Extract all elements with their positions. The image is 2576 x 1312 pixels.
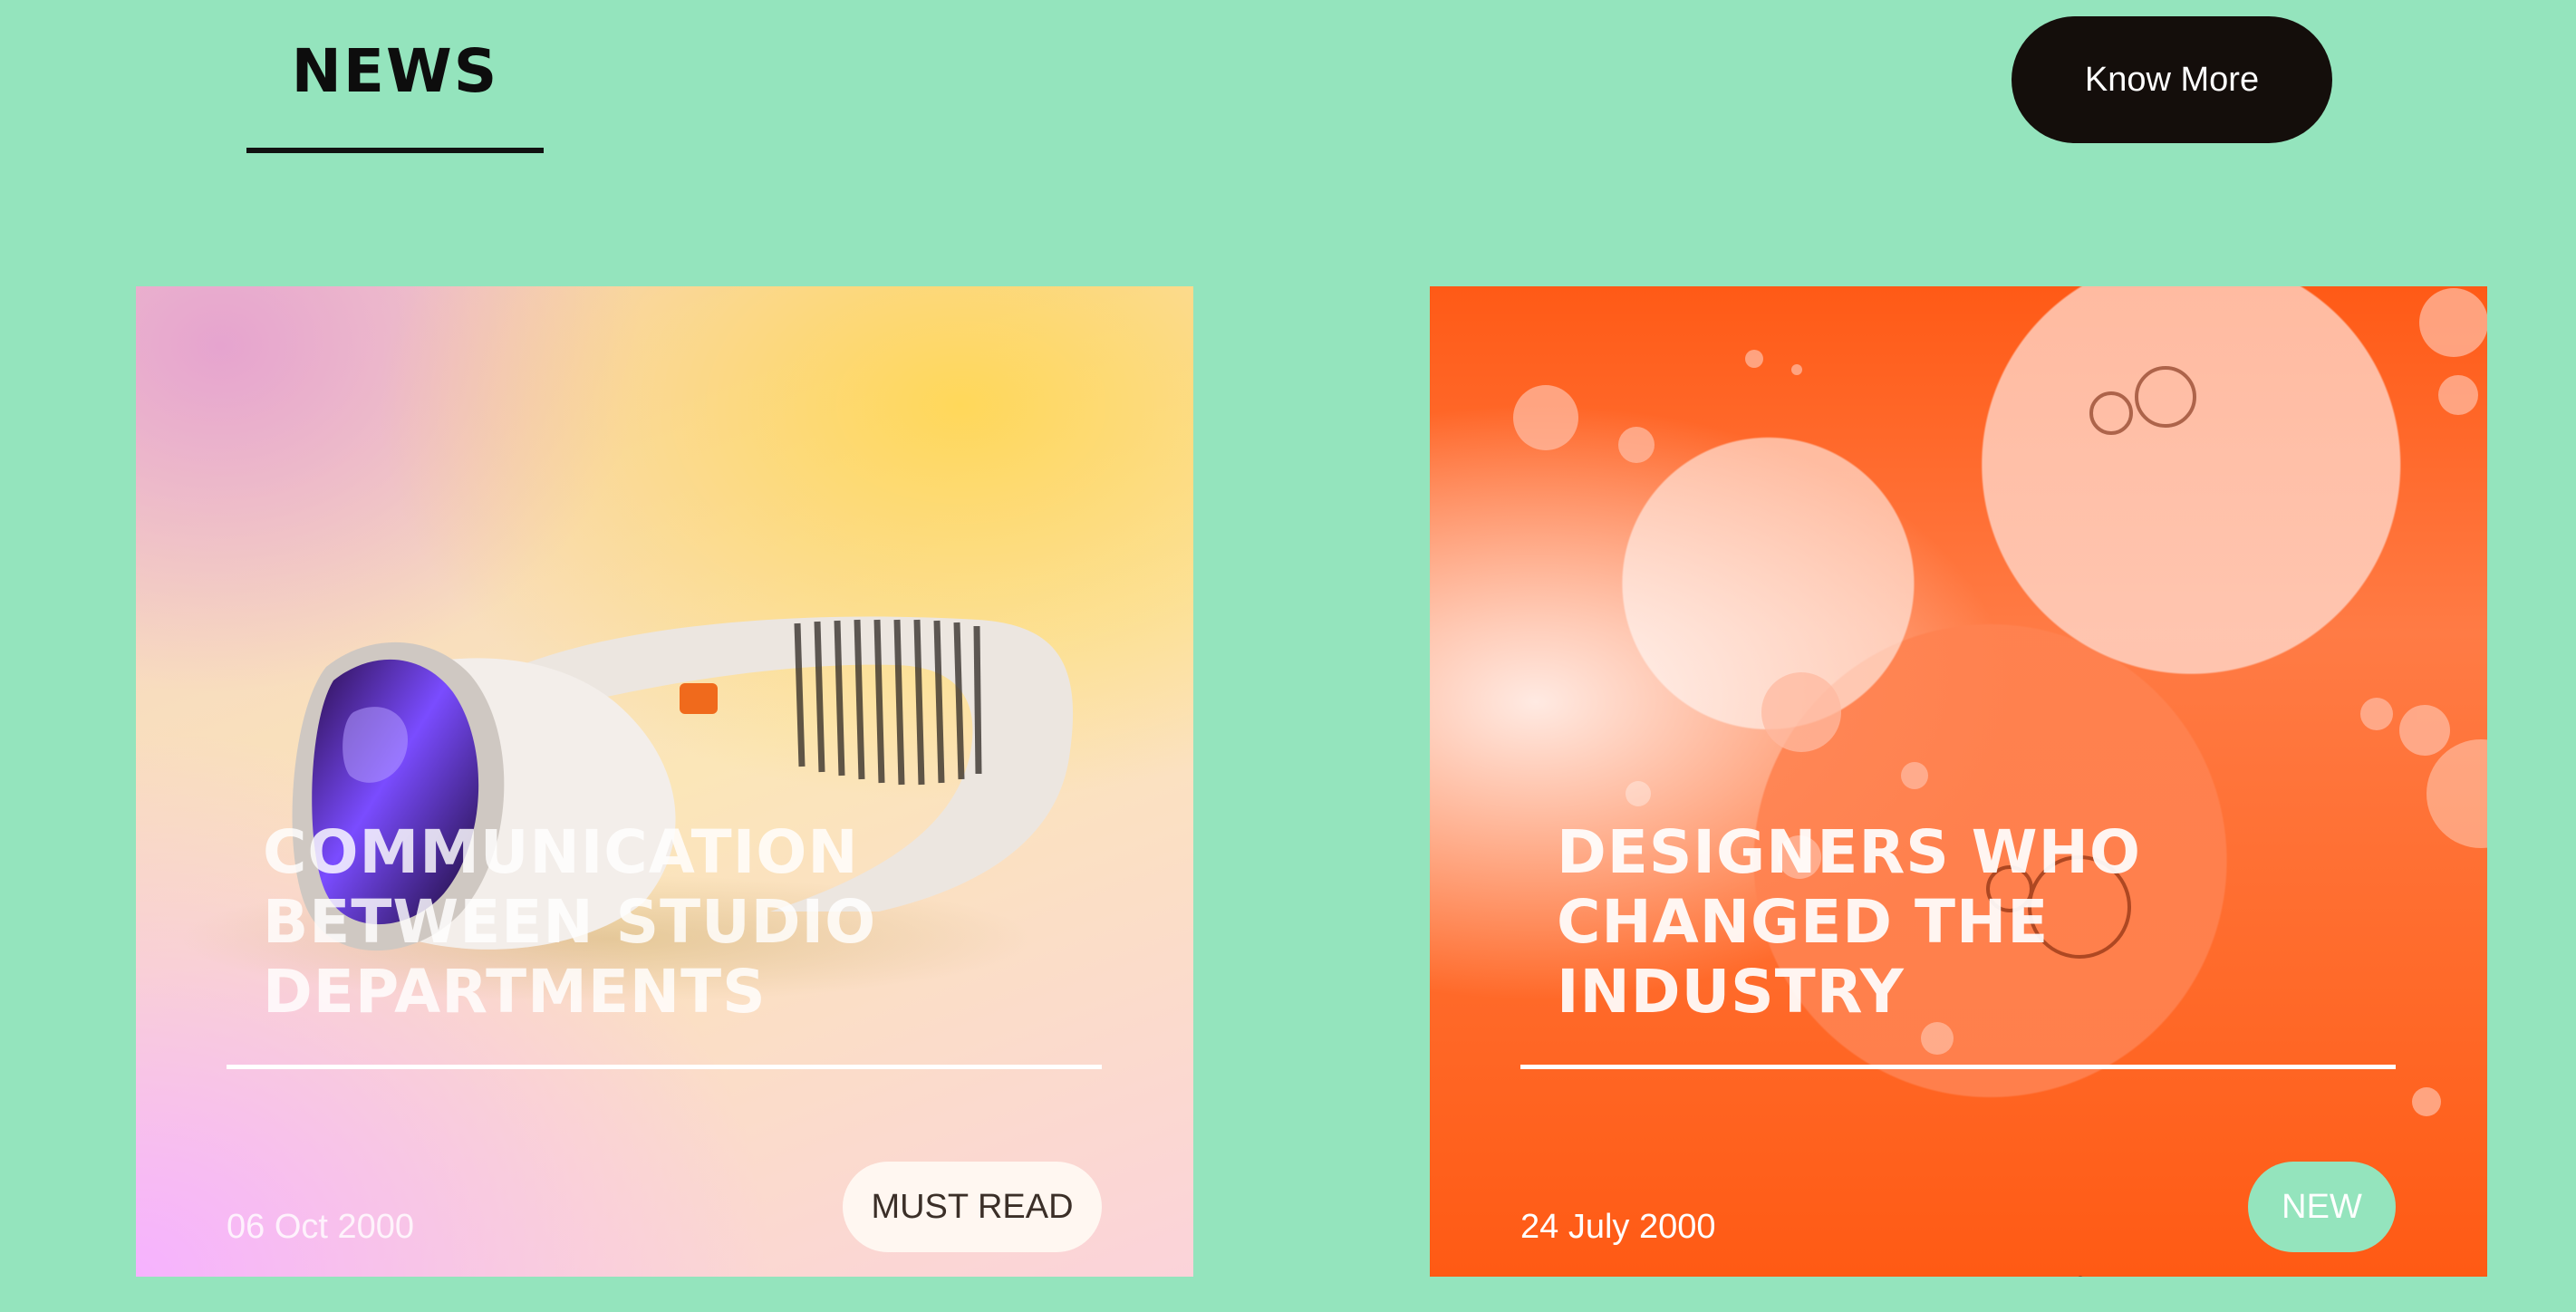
card-divider — [227, 1065, 1102, 1069]
card-divider — [1520, 1065, 2396, 1069]
card-date: 06 Oct 2000 — [227, 1208, 415, 1246]
must-read-badge: MUST READ — [843, 1162, 1102, 1252]
card-title[interactable]: COMMUNICATION BETWEEN STUDIO DEPARTMENTS — [263, 817, 1078, 1027]
new-badge: NEW — [2248, 1162, 2396, 1252]
vr-headset-image — [181, 616, 1074, 1002]
title-underline — [246, 148, 544, 153]
news-card-2[interactable]: DESIGNERS WHO CHANGED THE INDUSTRY 24 Ju… — [1430, 286, 2487, 1277]
card-title[interactable]: DESIGNERS WHO CHANGED THE INDUSTRY — [1557, 817, 2372, 1027]
section-title: NEWS — [291, 36, 499, 106]
orange-bubbles-image — [1513, 288, 2487, 1277]
news-card-1[interactable]: COMMUNICATION BETWEEN STUDIO DEPARTMENTS… — [136, 286, 1193, 1277]
know-more-button[interactable]: Know More — [2012, 16, 2332, 143]
card-date: 24 July 2000 — [1520, 1208, 1716, 1246]
